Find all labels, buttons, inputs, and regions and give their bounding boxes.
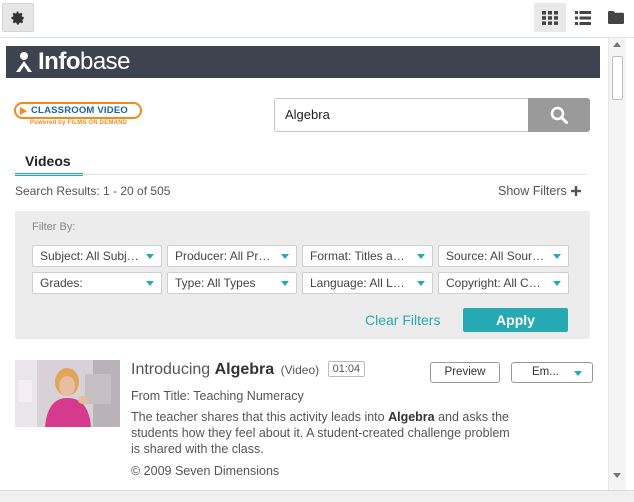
folder-icon xyxy=(608,11,624,24)
video-thumbnail-image xyxy=(15,360,120,427)
result-title-prefix: Introducing xyxy=(131,361,215,378)
plus-icon xyxy=(570,186,581,196)
horizontal-scroll-area xyxy=(0,490,634,502)
type-select-value: Type: All Types xyxy=(175,276,256,290)
language-select[interactable]: Language: All Languages xyxy=(302,272,433,294)
result-description: The teacher shares that this activity le… xyxy=(131,409,515,457)
chevron-down-icon xyxy=(417,281,425,286)
search-input[interactable]: Algebra xyxy=(274,98,528,132)
subject-select[interactable]: Subject: All Subjects xyxy=(32,245,162,267)
format-select[interactable]: Format: Titles and Segments xyxy=(302,245,433,267)
result-title[interactable]: Introducing Algebra (Video) 01:04 xyxy=(131,361,366,379)
copyright-text: © 2009 Seven Dimensions xyxy=(131,464,280,478)
tab-divider xyxy=(15,174,586,175)
scroll-thumb[interactable] xyxy=(612,56,623,100)
powered-by-text: Powered by FILMS ON DEMAND xyxy=(30,120,128,126)
source-select[interactable]: Source: All Sources xyxy=(438,245,569,267)
gear-icon xyxy=(11,11,24,24)
chevron-down-icon xyxy=(281,281,289,286)
subject-select-value: Subject: All Subjects xyxy=(40,249,139,263)
tab-videos[interactable]: Videos xyxy=(15,150,83,176)
logo-bold-text: Info xyxy=(38,48,80,75)
result-item: Introducing Algebra (Video) 01:04 Previe… xyxy=(15,360,595,490)
results-summary: Search Results: 1 - 20 of 505 xyxy=(15,184,171,198)
type-select[interactable]: Type: All Types xyxy=(167,272,297,294)
scroll-down-arrow-icon[interactable] xyxy=(613,473,621,478)
search-icon xyxy=(550,106,568,124)
infobase-logo: Info base xyxy=(14,48,131,76)
classroom-video-logo[interactable]: CLASSROOM VIDEO Powered by FILMS ON DEMA… xyxy=(14,102,144,130)
producer-select-value: Producer: All Producers xyxy=(175,249,274,263)
producer-select[interactable]: Producer: All Producers xyxy=(167,245,297,267)
filter-by-label: Filter By: xyxy=(32,221,76,233)
chevron-down-icon xyxy=(417,254,425,259)
folder-button[interactable] xyxy=(600,3,632,32)
classroom-video-text: CLASSROOM VIDEO xyxy=(31,105,128,116)
grades-select-value: Grades: xyxy=(40,276,83,290)
list-view-button[interactable] xyxy=(567,3,599,32)
show-filters-toggle[interactable]: Show Filters xyxy=(498,184,581,198)
chevron-down-icon xyxy=(146,254,154,259)
chevron-down-icon xyxy=(574,371,582,376)
result-title-highlight: Algebra xyxy=(214,361,275,378)
chevron-down-icon xyxy=(146,281,154,286)
embed-label: Em... xyxy=(532,366,559,378)
vertical-scrollbar[interactable] xyxy=(608,38,626,490)
list-view-icon xyxy=(575,10,591,25)
grid-view-button[interactable] xyxy=(534,3,566,32)
search-button[interactable] xyxy=(528,98,590,132)
language-select-value: Language: All Languages xyxy=(310,276,410,290)
classroom-video-pill: CLASSROOM VIDEO xyxy=(14,102,142,119)
copyright-select[interactable]: Copyright: All Copyrights xyxy=(438,272,569,294)
clear-filters-link[interactable]: Clear Filters xyxy=(365,312,440,328)
show-filters-label: Show Filters xyxy=(498,184,567,198)
arrow-icon xyxy=(20,106,27,115)
desc-part-1: The teacher shares that this activity le… xyxy=(131,410,389,424)
desc-highlight: Algebra xyxy=(388,410,435,424)
apply-button[interactable]: Apply xyxy=(463,308,568,332)
content-viewport: Info base CLASSROOM VIDEO Powered by FILM… xyxy=(0,38,608,490)
scroll-up-arrow-icon[interactable] xyxy=(613,42,621,47)
top-toolbar xyxy=(0,0,634,38)
brand-header: Info base xyxy=(6,46,600,78)
video-thumbnail[interactable] xyxy=(15,360,120,427)
filter-panel: Filter By: Subject: All Subjects Produce… xyxy=(15,211,590,339)
result-type: (Video) xyxy=(280,363,320,377)
format-select-value: Format: Titles and Segments xyxy=(310,249,410,263)
person-logo-icon xyxy=(16,52,32,72)
settings-button[interactable] xyxy=(2,3,34,32)
copyright-select-value: Copyright: All Copyrights xyxy=(446,276,546,290)
grades-select[interactable]: Grades: xyxy=(32,272,162,294)
chevron-down-icon xyxy=(553,281,561,286)
chevron-down-icon xyxy=(281,254,289,259)
embed-dropdown-button[interactable]: Em... xyxy=(511,362,593,383)
preview-button[interactable]: Preview xyxy=(430,362,500,383)
logo-light-text: base xyxy=(79,48,131,75)
duration-badge: 01:04 xyxy=(327,361,366,377)
from-title: From Title: Teaching Numeracy xyxy=(131,389,304,403)
grid-view-icon xyxy=(542,10,558,25)
source-select-value: Source: All Sources xyxy=(446,249,546,263)
chevron-down-icon xyxy=(553,254,561,259)
